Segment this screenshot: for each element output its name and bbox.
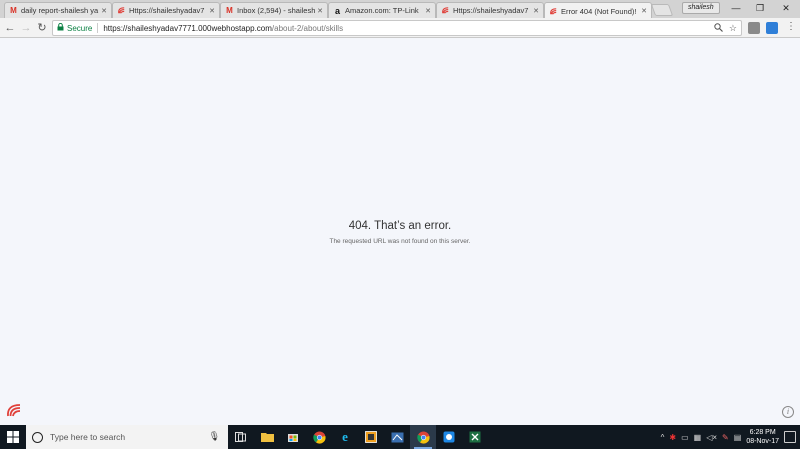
close-icon[interactable]: ✕ — [101, 7, 107, 15]
tab-inbox[interactable]: M Inbox (2,594) - shailesh ✕ — [220, 2, 328, 18]
chrome-icon[interactable] — [306, 425, 332, 449]
tab-title: Error 404 (Not Found)! — [561, 6, 637, 16]
tab-title: Https://shaileshyadav7 — [453, 6, 529, 15]
chevron-up-icon[interactable]: ^ — [661, 433, 665, 442]
chrome-active-icon[interactable] — [410, 425, 436, 449]
close-icon[interactable]: ✕ — [425, 7, 431, 15]
tab-strip: M daily report-shailesh ya ✕ Https://sha… — [0, 0, 800, 19]
forward-arrow-icon[interactable]: → — [19, 20, 33, 36]
reload-icon[interactable]: ↻ — [35, 20, 49, 36]
url-text[interactable]: https://shaileshyadav7771.000webhostapp.… — [103, 24, 343, 33]
error-title: 404. That’s an error. — [348, 220, 452, 232]
app-tray-icon[interactable]: ✱ — [669, 433, 676, 442]
tab-title: Amazon.com: TP-Link — [345, 6, 419, 15]
bookmark-star-icon[interactable]: ☆ — [729, 23, 737, 34]
battery-icon[interactable]: ▭ — [681, 433, 689, 442]
pen-icon[interactable]: ✎ — [722, 433, 729, 442]
url-path: /about-2/about/skills — [271, 23, 344, 33]
lock-icon — [57, 22, 64, 33]
extension-icon[interactable] — [748, 22, 760, 34]
close-icon[interactable]: ✕ — [317, 7, 323, 15]
store-icon[interactable] — [280, 425, 306, 449]
webhost-icon — [441, 6, 450, 15]
keyboard-icon[interactable]: ▤ — [734, 433, 742, 442]
close-icon[interactable]: ✕ — [641, 7, 647, 15]
tab-webhost-1[interactable]: Https://shaileshyadav7 ✕ — [112, 2, 220, 18]
clock[interactable]: 6:28 PM 08-Nov-17 — [746, 428, 779, 446]
network-icon[interactable]: ▦ — [694, 433, 702, 442]
address-bar[interactable]: Secure https://shaileshyadav7771.000webh… — [52, 20, 742, 36]
close-icon[interactable]: ✕ — [533, 7, 539, 15]
tab-title: Https://shaileshyadav7 — [129, 6, 205, 15]
close-icon[interactable]: ✕ — [209, 7, 215, 15]
tab-error-404[interactable]: Error 404 (Not Found)! ✕ — [544, 2, 652, 19]
tab-title: daily report-shailesh ya — [21, 6, 99, 15]
tab-webhost-2[interactable]: Https://shaileshyadav7 ✕ — [436, 2, 544, 18]
internet-explorer-icon[interactable]: e — [332, 425, 358, 449]
webhost-icon — [117, 6, 126, 15]
windows-start-icon[interactable] — [0, 425, 26, 449]
info-icon[interactable]: i — [782, 406, 794, 418]
extension-icon-blue[interactable] — [766, 22, 778, 34]
menu-icon[interactable]: ⋮ — [786, 22, 796, 32]
excel-icon[interactable] — [462, 425, 488, 449]
clock-time: 6:28 PM — [749, 429, 776, 436]
profile-button[interactable]: shailesh — [682, 2, 720, 14]
webhost-icon — [549, 7, 558, 16]
amazon-icon: a — [334, 5, 340, 16]
tab-amazon[interactable]: a Amazon.com: TP-Link ✕ — [328, 2, 436, 18]
error-message: The requested URL was not found on this … — [329, 238, 471, 245]
secure-label: Secure — [67, 23, 93, 33]
tab-title: Inbox (2,594) - shailesh — [237, 6, 316, 15]
volume-icon[interactable]: ◁× — [706, 433, 717, 442]
taskbar-search[interactable]: Type here to search 🎙 — [26, 425, 228, 449]
app-blue-icon[interactable] — [384, 425, 410, 449]
cortana-icon — [32, 431, 43, 443]
task-view-icon[interactable] — [228, 425, 254, 449]
url-host: https://shaileshyadav7771.000webhostapp.… — [103, 23, 272, 33]
gmail-icon: M — [10, 6, 17, 15]
taskbar: Type here to search 🎙 e ^ ✱ ▭ ▦ ◁× ✎ ▤ 6… — [0, 425, 800, 449]
file-explorer-icon[interactable] — [254, 425, 280, 449]
back-arrow-icon[interactable]: ← — [3, 20, 17, 36]
minimize-icon[interactable]: — — [724, 1, 748, 15]
maximize-icon[interactable]: ❐ — [748, 1, 772, 15]
system-tray: ^ ✱ ▭ ▦ ◁× ✎ ▤ 6:28 PM 08-Nov-17 — [661, 425, 800, 449]
divider — [97, 23, 99, 33]
window-close-icon[interactable]: ✕ — [774, 1, 798, 15]
browser-toolbar: ← → ↻ Secure https://shaileshyadav7771.0… — [0, 18, 800, 38]
app-orange-icon[interactable] — [358, 425, 384, 449]
new-tab-button[interactable] — [650, 4, 674, 16]
clock-date: 08-Nov-17 — [746, 438, 779, 445]
app-cyan-icon[interactable] — [436, 425, 462, 449]
notification-icon[interactable] — [784, 431, 796, 443]
tab-daily-report[interactable]: M daily report-shailesh ya ✕ — [4, 2, 112, 18]
microphone-icon[interactable]: 🎙 — [209, 431, 220, 442]
gmail-icon: M — [226, 6, 233, 15]
webhost-logo-icon — [6, 402, 22, 418]
page-content: 404. That’s an error. The requested URL … — [0, 38, 800, 425]
zoom-icon[interactable] — [714, 22, 723, 34]
search-placeholder: Type here to search — [50, 432, 126, 442]
